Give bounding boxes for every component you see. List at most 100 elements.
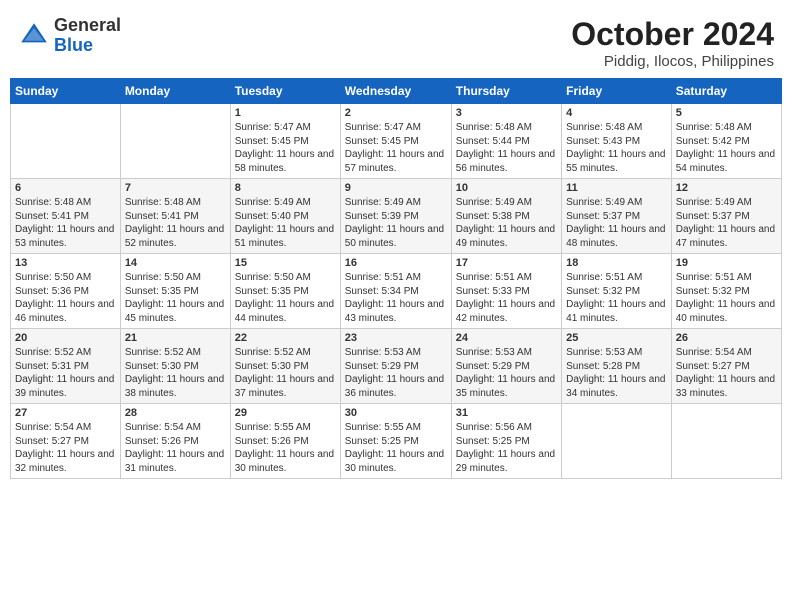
calendar-week-row: 6 Sunrise: 5:48 AM Sunset: 5:41 PM Daylig… <box>11 179 782 254</box>
day-info: Sunrise: 5:50 AM Sunset: 5:35 PM Dayligh… <box>235 271 336 325</box>
calendar-cell: 2 Sunrise: 5:47 AM Sunset: 5:45 PM Daylig… <box>340 104 451 179</box>
calendar-week-row: 1Sunrise: 5:47 AM Sunset: 5:45 PM Daylig… <box>11 104 782 179</box>
day-number: 10 <box>456 182 557 194</box>
calendar-cell: 6 Sunrise: 5:48 AM Sunset: 5:41 PM Daylig… <box>11 179 121 254</box>
calendar-table: SundayMondayTuesdayWednesdayThursdayFrid… <box>10 78 782 479</box>
day-info: Sunrise: 5:48 AM Sunset: 5:43 PM Dayligh… <box>566 121 667 175</box>
calendar-cell: 18 Sunrise: 5:51 AM Sunset: 5:32 PM Dayli… <box>562 254 672 329</box>
day-number: 13 <box>15 257 116 269</box>
day-number: 19 <box>676 257 777 269</box>
day-info: Sunrise: 5:53 AM Sunset: 5:29 PM Dayligh… <box>456 346 557 400</box>
day-number: 11 <box>566 182 667 194</box>
calendar-cell: 14Sunrise: 5:50 AM Sunset: 5:35 PM Dayli… <box>120 254 230 329</box>
day-info: Sunrise: 5:48 AM Sunset: 5:44 PM Dayligh… <box>456 121 557 175</box>
calendar-cell: 3 Sunrise: 5:48 AM Sunset: 5:44 PM Daylig… <box>451 104 561 179</box>
calendar-cell: 13 Sunrise: 5:50 AM Sunset: 5:36 PM Dayli… <box>11 254 121 329</box>
day-info: Sunrise: 5:51 AM Sunset: 5:33 PM Dayligh… <box>456 271 557 325</box>
calendar-cell <box>671 404 781 479</box>
day-number: 7 <box>125 182 226 194</box>
logo-icon <box>18 20 50 52</box>
day-info: Sunrise: 5:54 AM Sunset: 5:27 PM Dayligh… <box>15 421 116 475</box>
calendar-cell: 11 Sunrise: 5:49 AM Sunset: 5:37 PM Dayli… <box>562 179 672 254</box>
day-info: Sunrise: 5:48 AM Sunset: 5:41 PM Dayligh… <box>125 196 226 250</box>
calendar-cell: 12Sunrise: 5:49 AM Sunset: 5:37 PM Dayli… <box>671 179 781 254</box>
calendar-cell <box>562 404 672 479</box>
day-number: 8 <box>235 182 336 194</box>
day-header-tuesday: Tuesday <box>230 79 340 104</box>
calendar-cell: 30Sunrise: 5:55 AM Sunset: 5:25 PM Dayli… <box>340 404 451 479</box>
day-number: 3 <box>456 107 557 119</box>
location: Piddig, Ilocos, Philippines <box>571 53 774 70</box>
day-header-sunday: Sunday <box>11 79 121 104</box>
day-number: 6 <box>15 182 116 194</box>
day-header-thursday: Thursday <box>451 79 561 104</box>
day-number: 18 <box>566 257 667 269</box>
calendar-cell: 29 Sunrise: 5:55 AM Sunset: 5:26 PM Dayli… <box>230 404 340 479</box>
calendar-cell: 9 Sunrise: 5:49 AM Sunset: 5:39 PM Daylig… <box>340 179 451 254</box>
day-number: 15 <box>235 257 336 269</box>
day-number: 30 <box>345 407 447 419</box>
day-header-saturday: Saturday <box>671 79 781 104</box>
day-number: 22 <box>235 332 336 344</box>
day-info: Sunrise: 5:51 AM Sunset: 5:32 PM Dayligh… <box>566 271 667 325</box>
day-number: 26 <box>676 332 777 344</box>
day-info: Sunrise: 5:50 AM Sunset: 5:35 PM Dayligh… <box>125 271 226 325</box>
calendar-cell: 10 Sunrise: 5:49 AM Sunset: 5:38 PM Dayli… <box>451 179 561 254</box>
calendar-cell: 17 Sunrise: 5:51 AM Sunset: 5:33 PM Dayli… <box>451 254 561 329</box>
calendar-cell: 28Sunrise: 5:54 AM Sunset: 5:26 PM Dayli… <box>120 404 230 479</box>
calendar-cell: 26 Sunrise: 5:54 AM Sunset: 5:27 PM Dayli… <box>671 329 781 404</box>
day-info: Sunrise: 5:52 AM Sunset: 5:30 PM Dayligh… <box>235 346 336 400</box>
day-info: Sunrise: 5:54 AM Sunset: 5:27 PM Dayligh… <box>676 346 777 400</box>
day-header-monday: Monday <box>120 79 230 104</box>
day-info: Sunrise: 5:53 AM Sunset: 5:29 PM Dayligh… <box>345 346 447 400</box>
page-header: General Blue October 2024 Piddig, Ilocos… <box>10 10 782 70</box>
day-info: Sunrise: 5:47 AM Sunset: 5:45 PM Dayligh… <box>345 121 447 175</box>
day-info: Sunrise: 5:49 AM Sunset: 5:37 PM Dayligh… <box>566 196 667 250</box>
day-info: Sunrise: 5:56 AM Sunset: 5:25 PM Dayligh… <box>456 421 557 475</box>
day-number: 2 <box>345 107 447 119</box>
day-number: 28 <box>125 407 226 419</box>
calendar-week-row: 27 Sunrise: 5:54 AM Sunset: 5:27 PM Dayli… <box>11 404 782 479</box>
day-header-wednesday: Wednesday <box>340 79 451 104</box>
calendar-cell: 16 Sunrise: 5:51 AM Sunset: 5:34 PM Dayli… <box>340 254 451 329</box>
day-number: 17 <box>456 257 557 269</box>
calendar-cell: 31 Sunrise: 5:56 AM Sunset: 5:25 PM Dayli… <box>451 404 561 479</box>
day-info: Sunrise: 5:49 AM Sunset: 5:39 PM Dayligh… <box>345 196 447 250</box>
day-info: Sunrise: 5:49 AM Sunset: 5:38 PM Dayligh… <box>456 196 557 250</box>
logo-blue: Blue <box>54 36 121 56</box>
calendar-cell: 23Sunrise: 5:53 AM Sunset: 5:29 PM Dayli… <box>340 329 451 404</box>
day-number: 4 <box>566 107 667 119</box>
day-info: Sunrise: 5:47 AM Sunset: 5:45 PM Dayligh… <box>235 121 336 175</box>
day-number: 5 <box>676 107 777 119</box>
calendar-cell: 7 Sunrise: 5:48 AM Sunset: 5:41 PM Daylig… <box>120 179 230 254</box>
day-info: Sunrise: 5:51 AM Sunset: 5:34 PM Dayligh… <box>345 271 447 325</box>
calendar-cell: 4 Sunrise: 5:48 AM Sunset: 5:43 PM Daylig… <box>562 104 672 179</box>
day-info: Sunrise: 5:53 AM Sunset: 5:28 PM Dayligh… <box>566 346 667 400</box>
calendar-cell: 21 Sunrise: 5:52 AM Sunset: 5:30 PM Dayli… <box>120 329 230 404</box>
day-info: Sunrise: 5:50 AM Sunset: 5:36 PM Dayligh… <box>15 271 116 325</box>
calendar-header-row: SundayMondayTuesdayWednesdayThursdayFrid… <box>11 79 782 104</box>
calendar-cell: 19 Sunrise: 5:51 AM Sunset: 5:32 PM Dayli… <box>671 254 781 329</box>
day-number: 31 <box>456 407 557 419</box>
day-info: Sunrise: 5:48 AM Sunset: 5:41 PM Dayligh… <box>15 196 116 250</box>
day-info: Sunrise: 5:52 AM Sunset: 5:31 PM Dayligh… <box>15 346 116 400</box>
day-number: 16 <box>345 257 447 269</box>
day-number: 21 <box>125 332 226 344</box>
calendar-cell <box>11 104 121 179</box>
logo-text: General Blue <box>54 16 121 56</box>
day-number: 9 <box>345 182 447 194</box>
calendar-week-row: 20Sunrise: 5:52 AM Sunset: 5:31 PM Dayli… <box>11 329 782 404</box>
calendar-cell: 24 Sunrise: 5:53 AM Sunset: 5:29 PM Dayli… <box>451 329 561 404</box>
logo-general: General <box>54 16 121 36</box>
day-number: 29 <box>235 407 336 419</box>
day-info: Sunrise: 5:52 AM Sunset: 5:30 PM Dayligh… <box>125 346 226 400</box>
day-number: 24 <box>456 332 557 344</box>
day-info: Sunrise: 5:55 AM Sunset: 5:26 PM Dayligh… <box>235 421 336 475</box>
day-info: Sunrise: 5:48 AM Sunset: 5:42 PM Dayligh… <box>676 121 777 175</box>
day-number: 27 <box>15 407 116 419</box>
day-info: Sunrise: 5:51 AM Sunset: 5:32 PM Dayligh… <box>676 271 777 325</box>
calendar-week-row: 13 Sunrise: 5:50 AM Sunset: 5:36 PM Dayli… <box>11 254 782 329</box>
logo: General Blue <box>18 16 121 56</box>
calendar-cell: 8Sunrise: 5:49 AM Sunset: 5:40 PM Daylig… <box>230 179 340 254</box>
calendar-cell: 27 Sunrise: 5:54 AM Sunset: 5:27 PM Dayli… <box>11 404 121 479</box>
